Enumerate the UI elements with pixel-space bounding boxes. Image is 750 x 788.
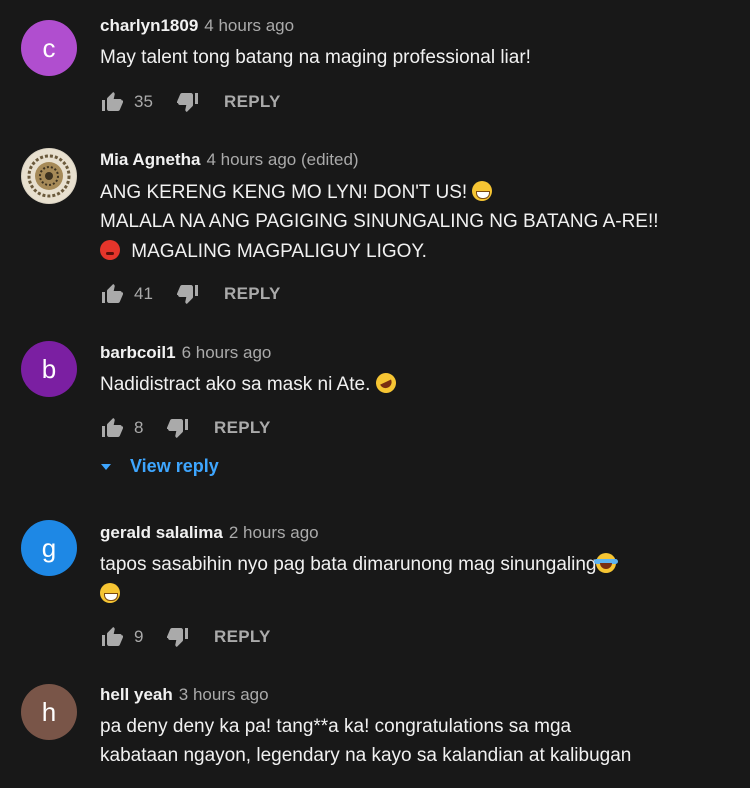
comment-toolbar: 8 REPLY: [100, 416, 271, 440]
like-count: 9: [134, 627, 144, 646]
grinning-emoji-icon: [472, 181, 493, 201]
caret-down-icon: [101, 463, 111, 470]
rolling-laughing-emoji-icon: [372, 369, 399, 397]
comment-toolbar: 41 REPLY: [100, 282, 281, 306]
comment-text: MALALA NA ANG PAGIGING SINUNGALING NG BA…: [100, 211, 659, 232]
avatar-letter: b: [41, 353, 57, 384]
comment-text: kabataan ngayon, legendary na kayo sa ka…: [100, 745, 632, 766]
view-reply-label: View reply: [130, 456, 219, 476]
comment-header: Mia Agnetha 4 hours ago (edited): [100, 150, 359, 170]
timestamp[interactable]: 4 hours ago: [204, 16, 294, 35]
thumbs-up-icon[interactable]: [100, 416, 124, 440]
comment-header: gerald salalima 2 hours ago: [100, 523, 319, 543]
timestamp[interactable]: 3 hours ago: [179, 685, 269, 704]
comment-text: pa deny deny ka pa! tang**a ka! congratu…: [100, 716, 572, 737]
comment-text-line: tapos sasabihin nyo pag bata dimarunong …: [100, 553, 619, 576]
reply-button[interactable]: REPLY: [224, 284, 281, 304]
author-name[interactable]: charlyn1809: [100, 16, 198, 35]
comment-header: hell yeah 3 hours ago: [100, 685, 269, 705]
thumbs-down-icon[interactable]: [166, 416, 190, 440]
thumbs-up-icon[interactable]: [100, 625, 124, 649]
avatar-letter: c: [42, 32, 56, 63]
angry-face-emoji-icon: [100, 240, 120, 260]
thumbs-up-icon[interactable]: [100, 90, 124, 114]
comment-toolbar: 9 REPLY: [100, 625, 271, 649]
mandala-avatar-image: [22, 149, 76, 203]
comment-header: barbcoil1 6 hours ago: [100, 343, 271, 363]
view-reply-button[interactable]: View reply: [100, 456, 219, 477]
reply-button[interactable]: REPLY: [214, 627, 271, 647]
comment-header: charlyn1809 4 hours ago: [100, 16, 294, 36]
like-count: 41: [134, 284, 153, 303]
comment-text: MAGALING MAGPALIGUY LIGOY.: [131, 241, 427, 262]
reply-button[interactable]: REPLY: [214, 418, 271, 438]
comment-text: May talent tong batang na maging profess…: [100, 47, 531, 68]
author-name[interactable]: hell yeah: [100, 685, 173, 704]
comment-toolbar: 35 REPLY: [100, 90, 281, 114]
timestamp[interactable]: 4 hours ago (edited): [206, 150, 358, 169]
avatar[interactable]: h: [21, 684, 77, 740]
comment-text-line: [100, 583, 120, 606]
author-name[interactable]: barbcoil1: [100, 343, 176, 362]
comment-text: Nadidistract ako sa mask ni Ate.: [100, 374, 371, 395]
comment-text: ANG KERENG KENG MO LYN! DON'T US!: [100, 182, 468, 203]
comment-text-line: ANG KERENG KENG MO LYN! DON'T US!: [100, 181, 493, 204]
timestamp[interactable]: 2 hours ago: [229, 523, 319, 542]
like-count: 8: [134, 418, 144, 437]
avatar[interactable]: b: [21, 341, 77, 397]
thumbs-down-icon[interactable]: [176, 90, 200, 114]
like-count: 35: [134, 92, 153, 111]
thumbs-down-icon[interactable]: [176, 282, 200, 306]
comment-text-line: MAGALING MAGPALIGUY LIGOY.: [100, 240, 427, 263]
grinning-emoji-icon: [100, 583, 120, 603]
comment-text-line: Nadidistract ako sa mask ni Ate.: [100, 369, 399, 397]
avatar[interactable]: g: [21, 520, 77, 576]
avatar[interactable]: c: [21, 20, 77, 76]
author-name[interactable]: gerald salalima: [100, 523, 223, 542]
avatar[interactable]: [21, 148, 77, 204]
tears-of-joy-emoji-icon: [594, 553, 619, 573]
timestamp[interactable]: 6 hours ago: [182, 343, 272, 362]
author-name[interactable]: Mia Agnetha: [100, 150, 200, 169]
thumbs-up-icon[interactable]: [100, 282, 124, 306]
avatar-letter: g: [41, 532, 57, 563]
reply-button[interactable]: REPLY: [224, 92, 281, 112]
comment-text: tapos sasabihin nyo pag bata dimarunong …: [100, 554, 597, 575]
thumbs-down-icon[interactable]: [166, 625, 190, 649]
avatar-letter: h: [41, 696, 57, 727]
